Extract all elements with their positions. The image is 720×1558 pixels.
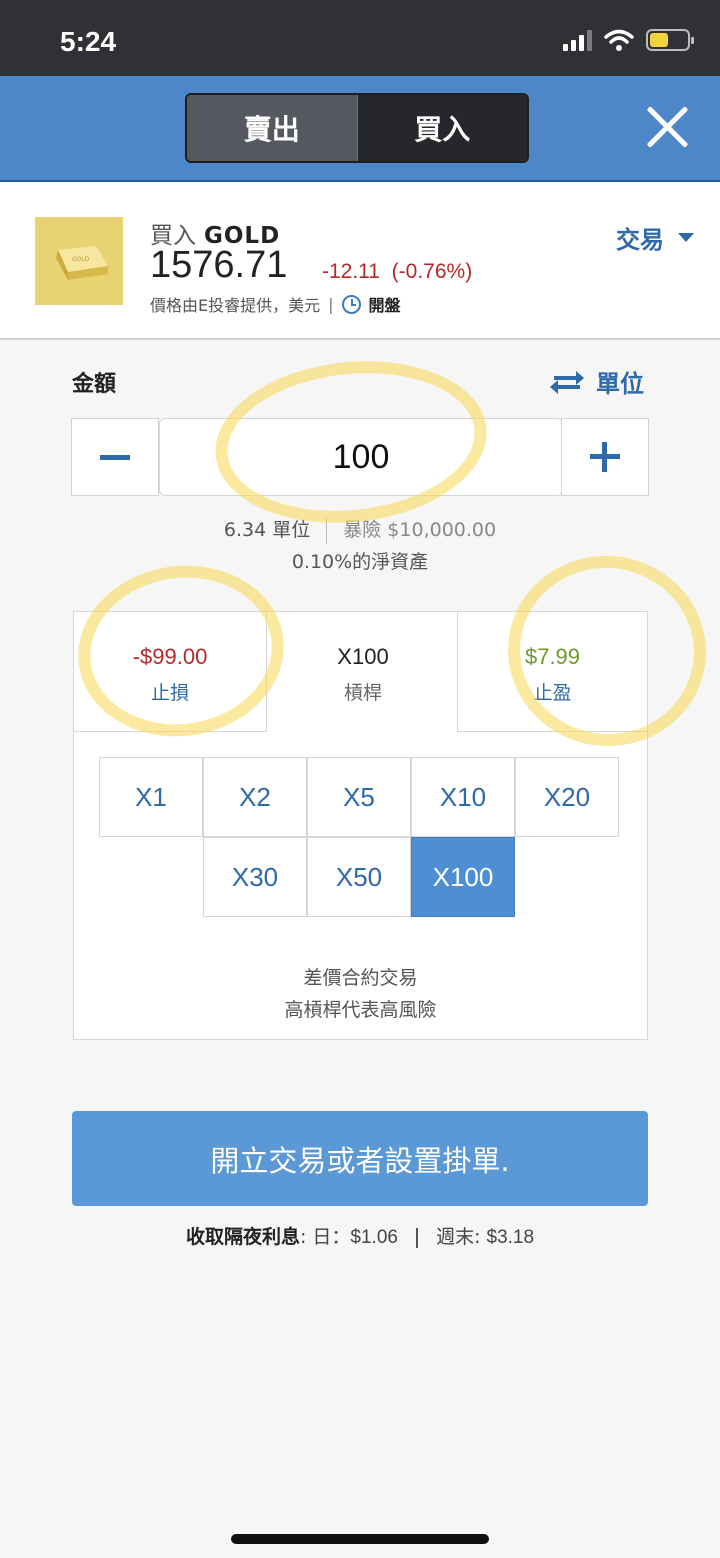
plus-icon bbox=[590, 442, 620, 472]
leverage-option[interactable]: X20 bbox=[515, 757, 619, 837]
clock-icon bbox=[341, 294, 361, 314]
unit-toggle-label: 單位 bbox=[596, 370, 644, 398]
divider bbox=[416, 1227, 419, 1248]
separator: | bbox=[328, 294, 334, 314]
cfd-risk-note: 差價合約交易 高槓桿代表高風險 bbox=[74, 962, 647, 1026]
gold-bar-icon: GOLD bbox=[35, 217, 123, 305]
amount-stepper bbox=[71, 418, 649, 496]
units-value: 6.34 單位 bbox=[223, 519, 311, 541]
exposure-value: 暴險 $10,000.00 bbox=[343, 519, 497, 541]
leverage-option[interactable]: X30 bbox=[203, 837, 307, 917]
take-profit-value: $7.99 bbox=[524, 644, 581, 669]
leverage-option[interactable]: X5 bbox=[307, 757, 411, 837]
wifi-icon bbox=[604, 29, 634, 51]
overnight-colon: : bbox=[299, 1226, 307, 1248]
risk-panel: -$99.00 止損 X100 槓桿 $7.99 止盈 X1 X2 X5 X10… bbox=[73, 611, 648, 1040]
divider bbox=[326, 517, 328, 544]
sell-buy-toggle: 賣出 買入 bbox=[185, 93, 529, 163]
price-change-percent: (-0.76%) bbox=[391, 260, 473, 283]
cfd-note-line1: 差價合約交易 bbox=[303, 967, 418, 989]
leverage-option[interactable]: X50 bbox=[307, 837, 411, 917]
leverage-option[interactable]: X10 bbox=[411, 757, 515, 837]
status-bar: 5:24 bbox=[0, 0, 720, 76]
stop-loss-label: 止損 bbox=[150, 682, 189, 704]
take-profit-label: 止盈 bbox=[533, 682, 572, 704]
price-source: 價格由E投睿提供，美元 | 開盤 bbox=[150, 292, 401, 316]
stop-loss-value: -$99.00 bbox=[132, 644, 208, 669]
stop-loss-box[interactable]: -$99.00 止損 bbox=[74, 612, 267, 732]
sell-tab[interactable]: 賣出 bbox=[187, 95, 358, 161]
day-fee-value: $1.06 bbox=[350, 1227, 398, 1248]
weekend-label: 週末: bbox=[436, 1226, 481, 1248]
leverage-value: X100 bbox=[337, 644, 389, 669]
day-label: 日： bbox=[312, 1226, 351, 1248]
instrument-price: 1576.71 bbox=[150, 244, 288, 286]
trade-dropdown-label: 交易 bbox=[616, 226, 664, 254]
increase-amount-button[interactable] bbox=[561, 418, 649, 496]
cfd-note-line2: 高槓桿代表高風險 bbox=[284, 999, 437, 1021]
cellular-signal-icon bbox=[563, 29, 592, 51]
amount-label: 金額 bbox=[72, 372, 117, 397]
battery-icon bbox=[646, 29, 694, 51]
status-icons bbox=[563, 28, 694, 52]
leverage-label: 槓桿 bbox=[343, 682, 382, 704]
equity-percent: 0.10%的淨資產 bbox=[291, 551, 429, 573]
unit-toggle-button[interactable]: 單位 bbox=[550, 364, 644, 399]
amount-input[interactable] bbox=[159, 418, 563, 496]
status-time: 5:24 bbox=[60, 26, 117, 57]
open-trade-button[interactable]: 開立交易或者設置掛單. bbox=[72, 1111, 648, 1206]
overnight-label: 收取隔夜利息 bbox=[185, 1226, 300, 1248]
price-change-value: -12.11 bbox=[322, 260, 380, 283]
swap-icon bbox=[550, 369, 584, 395]
trade-header: 賣出 買入 bbox=[0, 76, 720, 180]
leverage-box: X100 槓桿 bbox=[267, 612, 459, 732]
units-exposure-info: 6.34 單位 暴險 $10,000.00 bbox=[0, 515, 720, 544]
price-change: -12.11 (-0.76%) bbox=[322, 260, 472, 284]
weekend-fee-value: $3.18 bbox=[486, 1227, 535, 1248]
decrease-amount-button[interactable] bbox=[71, 418, 159, 496]
chevron-down-icon bbox=[678, 233, 694, 242]
take-profit-box[interactable]: $7.99 止盈 bbox=[457, 612, 647, 732]
leverage-option-selected[interactable]: X100 bbox=[411, 837, 515, 917]
price-source-text: 價格由E投睿提供，美元 bbox=[150, 296, 321, 315]
instrument-info: GOLD 買入 GOLD 1576.71 -12.11 (-0.76%) 價格由E… bbox=[0, 180, 720, 340]
leverage-option[interactable]: X2 bbox=[203, 757, 307, 837]
close-icon[interactable] bbox=[644, 104, 690, 150]
market-status: 開盤 bbox=[368, 296, 401, 315]
minus-icon bbox=[100, 454, 130, 460]
home-indicator bbox=[231, 1534, 489, 1544]
svg-text:GOLD: GOLD bbox=[72, 256, 90, 263]
buy-tab[interactable]: 買入 bbox=[357, 95, 527, 161]
trade-dropdown[interactable]: 交易 bbox=[616, 220, 694, 255]
leverage-option[interactable]: X1 bbox=[99, 757, 203, 837]
overnight-fee-info: 收取隔夜利息: 日：$1.06 週末: $3.18 bbox=[0, 1222, 720, 1249]
